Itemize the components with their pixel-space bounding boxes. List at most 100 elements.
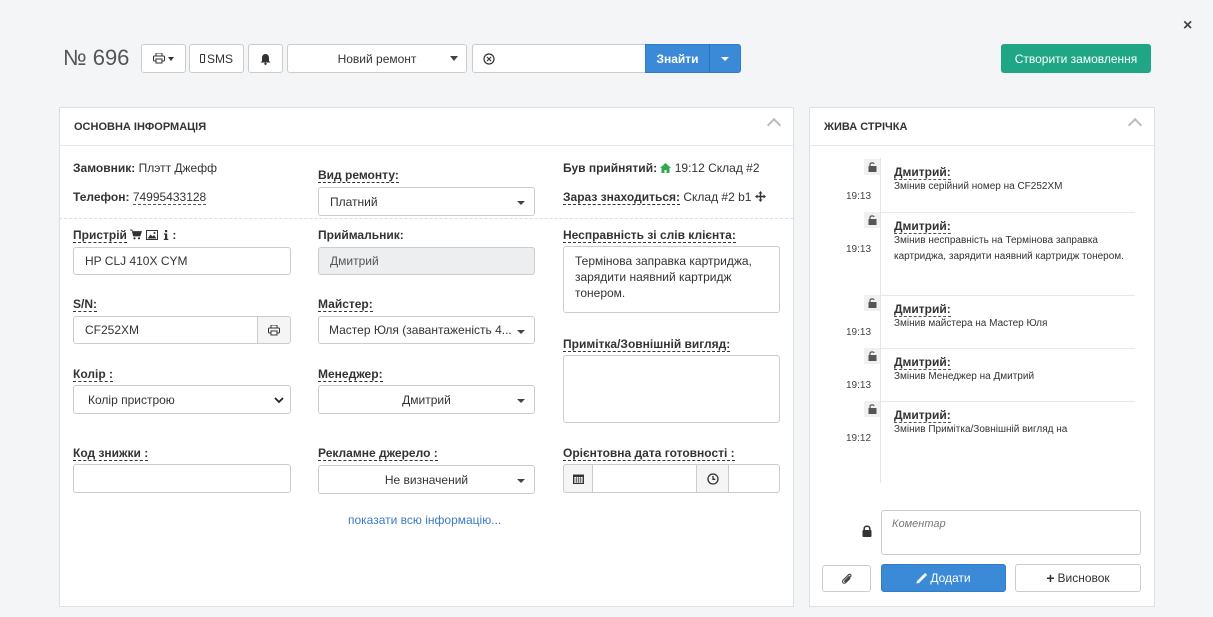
ad-source-value: Не визначений xyxy=(384,472,469,487)
feed-item-author[interactable]: Дмитрий: xyxy=(894,220,951,234)
caret-down-icon xyxy=(721,56,729,61)
caret-down-icon xyxy=(517,330,525,334)
discount-input[interactable] xyxy=(73,464,291,493)
repair-type-select[interactable]: Платний xyxy=(318,187,535,216)
feed-item-author[interactable]: Дмитрий: xyxy=(894,409,951,423)
repair-type-label: Вид ремонту: xyxy=(318,168,399,183)
calendar-button[interactable] xyxy=(563,464,593,493)
live-feed-title: ЖИВА СТРІЧКА xyxy=(824,120,908,133)
receiver-input: Дмитрий xyxy=(318,247,535,275)
cart-icon[interactable] xyxy=(130,229,143,240)
collapse-chevron-icon[interactable] xyxy=(1127,117,1143,133)
time-button[interactable] xyxy=(696,464,729,493)
feed-item-author[interactable]: Дмитрий: xyxy=(894,303,951,317)
conclusion-label: Висновок xyxy=(1057,571,1110,585)
show-all-info-link[interactable]: показати всю інформацію... xyxy=(348,513,501,527)
search-input[interactable] xyxy=(505,44,646,73)
phone-value[interactable]: 74995433128 xyxy=(132,190,207,205)
ad-source-select[interactable]: Не визначений xyxy=(318,465,535,494)
sn-label: S/N: xyxy=(73,297,97,312)
mobile-icon xyxy=(199,54,205,63)
customer-label: Замовник: xyxy=(73,161,136,175)
unlock-icon xyxy=(864,159,880,175)
unlock-icon xyxy=(864,348,880,364)
status-select[interactable]: Новий ремонт xyxy=(287,44,467,73)
print-sn-button[interactable] xyxy=(257,316,291,344)
print-dropdown-button[interactable] xyxy=(141,44,186,73)
unlock-icon xyxy=(864,401,880,417)
repair-type-value: Платний xyxy=(330,194,378,209)
master-select[interactable]: Мастер Юля (завантаженість 4... xyxy=(318,316,535,344)
note-label: Примітка/Зовнішній вигляд: xyxy=(563,337,731,352)
pencil-icon xyxy=(916,572,928,583)
fault-label: Несправність зі слів клієнта: xyxy=(563,228,736,243)
clear-search-button[interactable] xyxy=(472,44,506,73)
caret-down-icon xyxy=(168,56,174,61)
device-label-suffix: : xyxy=(172,228,177,242)
move-icon[interactable] xyxy=(754,191,766,202)
feed-item-text: Змінив майстера на Мастер Юля xyxy=(894,318,1048,329)
ready-time-input[interactable] xyxy=(728,464,780,493)
lock-icon[interactable] xyxy=(862,525,872,537)
bell-icon xyxy=(260,53,271,65)
paperclip-icon xyxy=(841,573,851,584)
customer-field: Замовник: Плэтт Джефф xyxy=(73,161,217,175)
device-input[interactable]: HP CLJ 410X CYM xyxy=(73,247,291,275)
phone-label: Телефон: xyxy=(73,190,130,204)
manager-select[interactable]: Дмитрий xyxy=(318,385,535,414)
discount-label: Код знижки : xyxy=(73,446,149,461)
feed-item-author[interactable]: Дмитрий: xyxy=(894,166,951,180)
receiver-label: Приймальник: xyxy=(318,228,404,242)
master-value: Мастер Юля (завантаженість 4... xyxy=(329,323,512,337)
feed-separator xyxy=(881,212,1135,213)
printer-icon xyxy=(153,53,165,64)
find-button[interactable]: Знайти xyxy=(645,44,710,73)
location-field: Зараз знаходиться: Склад #2 b1 xyxy=(563,190,766,205)
add-comment-button[interactable]: Додати xyxy=(881,564,1006,592)
main-info-header: ОСНОВНА ІНФОРМАЦІЯ xyxy=(60,108,793,146)
master-label: Майстер: xyxy=(318,297,373,312)
clear-circle-icon xyxy=(483,52,495,65)
calendar-icon xyxy=(572,474,584,484)
feed-item-text: Змінив несправність на Термінова заправк… xyxy=(894,235,1124,262)
status-value: Новий ремонт xyxy=(337,51,417,66)
info-icon[interactable] xyxy=(163,230,169,240)
add-label: Додати xyxy=(930,571,971,585)
accepted-label: Був прийнятий: xyxy=(563,161,658,175)
fault-textarea[interactable]: Термінова заправка картриджа, зарядити н… xyxy=(563,246,780,313)
create-order-button[interactable]: Створити замовлення xyxy=(1001,44,1151,73)
ready-date-input[interactable] xyxy=(592,464,697,493)
attach-button[interactable] xyxy=(822,565,871,592)
sn-input[interactable]: CF252XM xyxy=(73,316,258,344)
close-icon[interactable]: × xyxy=(1183,17,1192,35)
accepted-value: 19:12 Склад #2 xyxy=(674,161,760,175)
feed-item-time: 19:13 xyxy=(846,244,872,255)
color-label: Колір : xyxy=(73,367,113,382)
feed-item-author[interactable]: Дмитрий: xyxy=(894,356,951,370)
ready-date-label: Орієнтовна дата готовності : xyxy=(563,446,735,461)
timeline-line xyxy=(880,158,881,483)
feed-separator xyxy=(881,401,1135,402)
phone-field: Телефон: 74995433128 xyxy=(73,190,207,205)
device-label: Пристрій xyxy=(73,228,127,243)
sms-button[interactable]: SMS xyxy=(189,44,244,73)
feed-separator xyxy=(881,348,1135,349)
feed-separator xyxy=(881,295,1135,296)
order-number: № 696 xyxy=(63,45,130,70)
manager-value: Дмитрий xyxy=(402,392,451,407)
comment-textarea[interactable]: Коментар xyxy=(881,510,1141,555)
note-textarea[interactable] xyxy=(563,355,780,423)
caret-down-icon xyxy=(517,399,525,403)
image-icon[interactable] xyxy=(145,230,158,240)
notifications-button[interactable] xyxy=(248,44,283,73)
collapse-chevron-icon[interactable] xyxy=(766,117,782,133)
color-select[interactable]: Колір пристрою xyxy=(73,385,291,414)
unlock-icon xyxy=(864,212,880,228)
customer-value[interactable]: Плэтт Джефф xyxy=(139,161,217,175)
conclusion-button[interactable]: + Висновок xyxy=(1015,564,1141,592)
find-options-dropdown[interactable] xyxy=(709,44,741,73)
unlock-icon xyxy=(864,295,880,311)
color-value: Колір пристрою xyxy=(88,392,175,407)
caret-down-icon xyxy=(450,56,458,61)
device-field-label: Пристрій : xyxy=(73,228,177,243)
